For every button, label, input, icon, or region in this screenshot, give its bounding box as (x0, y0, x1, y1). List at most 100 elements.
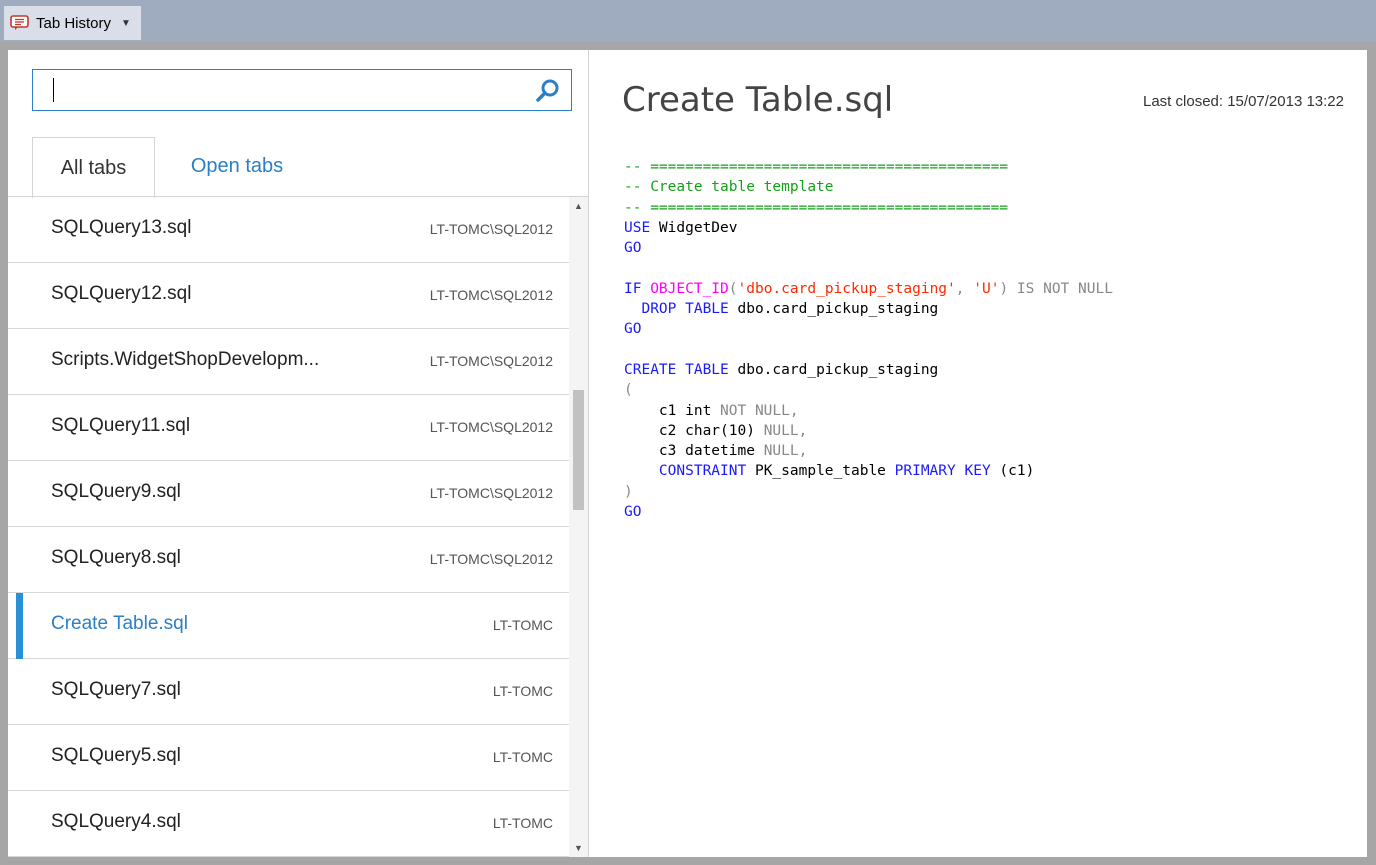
sql-code-preview: -- =====================================… (624, 157, 1113, 522)
tab-all-tabs[interactable]: All tabs (32, 137, 155, 198)
text-caret (53, 78, 54, 102)
code-token: c1 int (624, 402, 721, 419)
code-token: 'dbo.card_pickup_staging' (737, 280, 956, 297)
tab-preview-pane: Create Table.sql Last closed: 15/07/2013… (589, 50, 1367, 857)
code-token: , (798, 443, 808, 460)
code-token: PRIMARY KEY (894, 463, 991, 480)
code-token: GO (624, 240, 642, 257)
list-item[interactable]: Create Table.sql LT-TOMC (8, 593, 569, 659)
preview-title: Create Table.sql (622, 80, 894, 120)
code-line: -- =====================================… (624, 198, 1113, 218)
code-token: , (955, 280, 974, 297)
tab-list-pane: All tabs Open tabs SQLQuery13.sql LT-TOMC… (8, 50, 589, 857)
list-item-name: SQLQuery11.sql (51, 415, 191, 436)
code-token: , (798, 422, 808, 439)
code-line: ) (624, 482, 1113, 502)
code-token: PK_sample_table (746, 463, 895, 480)
code-token: CREATE TABLE (624, 361, 729, 378)
code-token: NULL (763, 443, 799, 460)
code-line: GO (624, 238, 1113, 258)
code-token: ( (728, 280, 738, 297)
list-item[interactable]: SQLQuery7.sql LT-TOMC (8, 659, 569, 725)
tab-open-tabs[interactable]: Open tabs (162, 137, 312, 195)
code-token: GO (624, 321, 642, 338)
list-item-server: LT-TOMC (492, 683, 553, 699)
list-item[interactable]: SQLQuery5.sql LT-TOMC (8, 725, 569, 791)
code-token: NOT NULL (720, 402, 790, 419)
tab-history-icon (10, 15, 30, 31)
list-item[interactable]: SQLQuery8.sql LT-TOMC\SQL2012 (8, 527, 569, 593)
code-line: -- Create table template (624, 177, 1113, 197)
selected-indicator (16, 593, 23, 659)
code-line: IF OBJECT_ID('dbo.card_pickup_staging', … (624, 279, 1113, 299)
list-item-server: LT-TOMC\SQL2012 (429, 353, 553, 369)
scroll-up-arrow-icon[interactable]: ▲ (574, 201, 583, 211)
list-item-name: SQLQuery8.sql (51, 547, 181, 568)
code-line: c2 char(10) NULL, (624, 421, 1113, 441)
search-box[interactable] (32, 69, 572, 111)
list-item-server: LT-TOMC (492, 749, 553, 765)
code-token: ( (624, 382, 633, 399)
list-item-server: LT-TOMC\SQL2012 (429, 485, 553, 501)
list-item[interactable]: SQLQuery13.sql LT-TOMC\SQL2012 (8, 197, 569, 263)
list-item-server: LT-TOMC\SQL2012 (429, 221, 553, 237)
scroll-down-arrow-icon[interactable]: ▼ (574, 843, 583, 853)
code-token: DROP TABLE (624, 301, 729, 318)
list-item[interactable]: SQLQuery4.sql LT-TOMC (8, 791, 569, 857)
code-line: CONSTRAINT PK_sample_table PRIMARY KEY (… (624, 461, 1113, 481)
list-item[interactable]: SQLQuery12.sql LT-TOMC\SQL2012 (8, 263, 569, 329)
code-token: NULL (763, 422, 799, 439)
list-item-name: Scripts.WidgetShopDevelopm... (51, 349, 320, 370)
list-item[interactable]: Scripts.WidgetShopDevelopm... LT-TOMC\SQL… (8, 329, 569, 395)
tab-history-list: SQLQuery13.sql LT-TOMC\SQL2012 SQLQuery12.… (8, 197, 569, 857)
list-item[interactable]: SQLQuery11.sql LT-TOMC\SQL2012 (8, 395, 569, 461)
list-item[interactable]: SQLQuery9.sql LT-TOMC\SQL2012 (8, 461, 569, 527)
list-item-name: SQLQuery5.sql (51, 745, 181, 766)
code-line: -- =====================================… (624, 157, 1113, 177)
list-item-name: SQLQuery7.sql (51, 679, 181, 700)
code-token: c3 datetime (624, 443, 764, 460)
list-scrollbar[interactable]: ▲ ▼ (569, 197, 588, 857)
code-token: c2 char(10) (624, 422, 764, 439)
code-token: ) (624, 483, 633, 500)
code-line: ( (624, 380, 1113, 400)
code-token: WidgetDev (650, 219, 738, 236)
search-icon[interactable] (535, 78, 561, 104)
last-closed-timestamp: Last closed: 15/07/2013 13:22 (1143, 93, 1344, 110)
code-token: -- =====================================… (624, 199, 1009, 216)
code-token: IS NOT NULL (1008, 280, 1113, 297)
scrollbar-thumb[interactable] (573, 390, 584, 510)
code-line: GO (624, 502, 1113, 522)
code-token: IF (624, 280, 642, 297)
code-line: CREATE TABLE dbo.card_pickup_staging (624, 360, 1113, 380)
tab-history-tab[interactable]: Tab History ▼ (4, 6, 141, 40)
list-item-server: LT-TOMC (492, 815, 553, 831)
code-token: -- =====================================… (624, 159, 1009, 175)
list-item-name: SQLQuery4.sql (51, 811, 181, 832)
tab-history-panel: All tabs Open tabs SQLQuery13.sql LT-TOMC… (8, 50, 1367, 857)
tab-options-dropdown-icon[interactable]: ▼ (121, 18, 131, 29)
code-token: GO (624, 504, 642, 521)
list-item-server: LT-TOMC\SQL2012 (429, 551, 553, 567)
code-line: USE WidgetDev (624, 218, 1113, 238)
code-token: -- Create table template (624, 179, 834, 196)
code-token: CONSTRAINT (658, 463, 747, 480)
code-token: ) (999, 280, 1009, 297)
window-titlebar (0, 0, 1376, 42)
list-item-name: SQLQuery9.sql (51, 481, 181, 502)
code-token: 'U' (973, 280, 1000, 297)
code-token: OBJECT_ID (650, 280, 729, 297)
list-item-server: LT-TOMC\SQL2012 (429, 419, 553, 435)
code-token: USE (624, 219, 651, 236)
filter-tabs: All tabs Open tabs (32, 137, 588, 198)
code-line: GO (624, 319, 1113, 339)
list-item-name: SQLQuery12.sql (51, 283, 192, 304)
list-item-server: LT-TOMC\SQL2012 (429, 287, 553, 303)
list-item-name: SQLQuery13.sql (51, 217, 192, 238)
code-token: dbo.card_pickup_staging (728, 361, 939, 378)
code-line: DROP TABLE dbo.card_pickup_staging (624, 299, 1113, 319)
